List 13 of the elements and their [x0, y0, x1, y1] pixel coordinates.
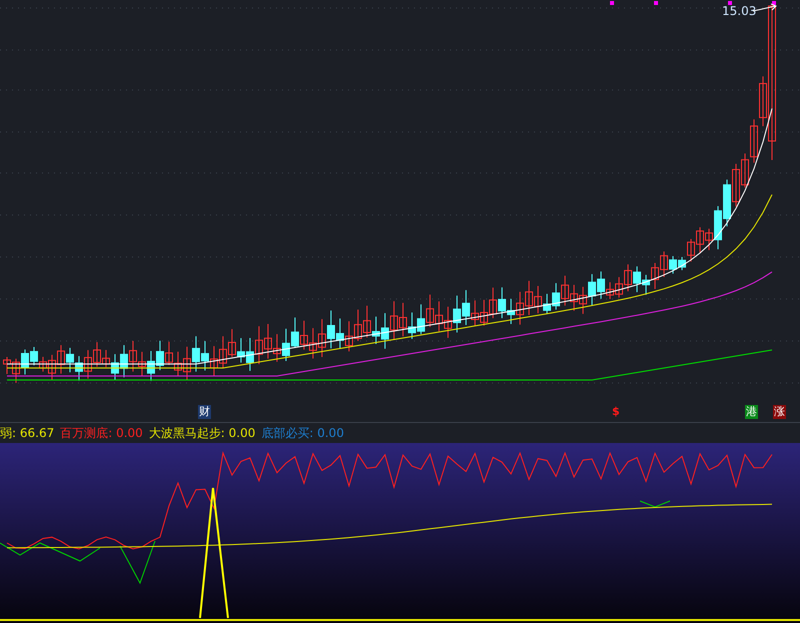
indicator-value: 大波黑马起步: 0.00	[148, 424, 256, 442]
event-marker[interactable]: $	[611, 405, 621, 419]
signal-mark	[610, 1, 614, 5]
indicator-value: 百万测底: 0.00	[60, 424, 143, 442]
indicator-value: 底部必买: 0.00	[261, 424, 344, 442]
signal-mark	[772, 1, 776, 5]
event-marker[interactable]: 财	[198, 405, 211, 419]
signal-mark	[728, 1, 732, 5]
event-marker[interactable]: 港	[745, 405, 758, 419]
high-price-label: 15.03	[722, 4, 756, 18]
indicator-value: 弱: 66.67	[0, 424, 54, 442]
signal-mark	[654, 1, 658, 5]
event-marker[interactable]: 涨	[773, 405, 786, 419]
